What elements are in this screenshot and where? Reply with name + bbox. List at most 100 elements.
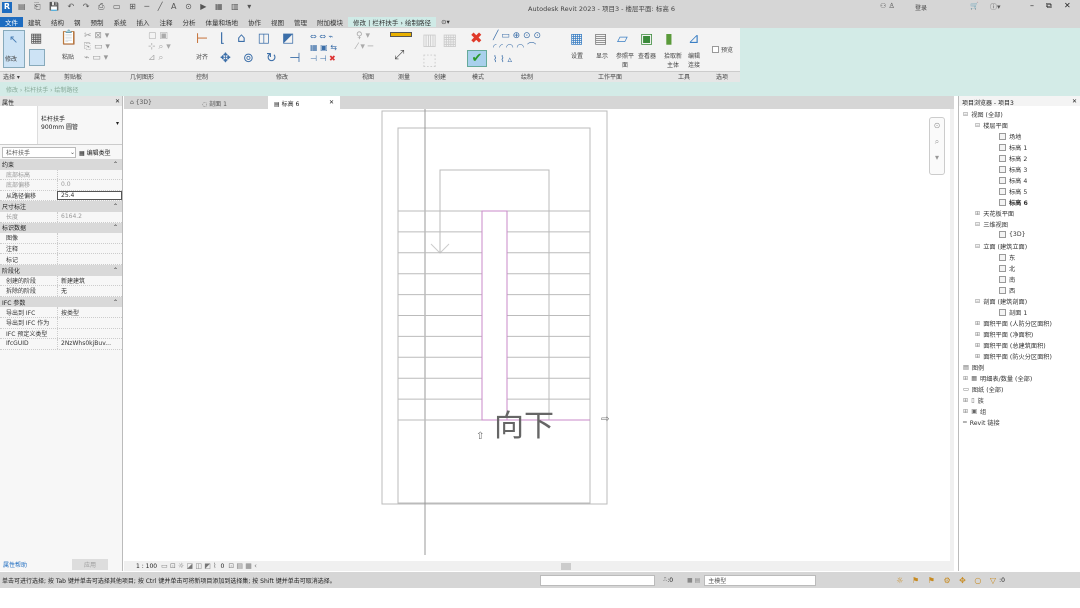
clipboard-tools[interactable]: ✂ ⊠ ▾ ⎘ ▭ ▾ ⌁ ▭ ▾ xyxy=(84,31,110,64)
quick-access-toolbar[interactable]: ▤ ⎗ 💾 ↶ ↷ ⎙ ▭ ⊞ ─ ╱ A ⊙ ▶ ▦ ▥ ▾ xyxy=(18,2,254,12)
view-control-icons-2[interactable]: ⊡ ▤ ▦ ‹ xyxy=(228,562,257,570)
menu-systems[interactable]: 系统 xyxy=(109,17,132,27)
browser-item[interactable]: 东 xyxy=(999,253,1015,262)
expand-toggle-icon[interactable]: ⊞ xyxy=(975,342,980,349)
viewer-icon[interactable]: ▣ xyxy=(640,31,653,47)
property-group-header[interactable]: 阶段化 ⌃ xyxy=(0,264,122,276)
dimension-icon[interactable]: ⤢ xyxy=(394,48,404,63)
expand-toggle-icon[interactable]: ⊟ xyxy=(975,122,980,129)
properties-icon[interactable] xyxy=(29,49,45,66)
horizontal-scrollbar[interactable] xyxy=(560,562,571,570)
view-control-icons[interactable]: ▭ ⊡ ☼ ◪ ◫ ◩ ⌇ xyxy=(161,562,216,570)
set-workplane-icon[interactable]: ▦ xyxy=(570,31,583,47)
modify-tools[interactable]: ⌊ ⌂ ◫ ◩ ✥ ⊚ ↻ ⊣ xyxy=(220,29,304,69)
menu-view[interactable]: 视图 xyxy=(266,17,289,27)
expand-toggle-icon[interactable]: ⊞ xyxy=(975,210,980,217)
view-tools[interactable]: ♀ ▾ ⁄ ▾ ─ xyxy=(356,31,373,53)
drawing-canvas[interactable]: 向下 ⇧ ⇨ ⊙ ⌕ ▾ xyxy=(124,109,954,561)
browser-item[interactable]: ⊞ 面积平面 (防火分区面积) xyxy=(975,352,1052,361)
finish-edit-icon[interactable]: ✔ xyxy=(467,50,487,67)
ref-plane-icon[interactable]: ▱ xyxy=(617,31,628,47)
browser-item[interactable]: 标高 2 xyxy=(999,154,1027,163)
menu-collaborate[interactable]: 协作 xyxy=(243,17,266,27)
browser-item[interactable]: ⊟ 三维视图 xyxy=(975,220,1008,229)
browser-item[interactable]: ⊞ 面积平面 (净面积) xyxy=(975,330,1033,339)
expand-toggle-icon[interactable]: ⊟ xyxy=(975,221,980,228)
property-value[interactable]: 0.0 xyxy=(57,180,122,190)
menu-more[interactable]: ⊙▾ xyxy=(436,18,455,26)
menu-insert[interactable]: 插入 xyxy=(132,17,155,27)
menu-massing[interactable]: 体量和场地 xyxy=(201,17,244,27)
type-properties-icon[interactable]: ▦ xyxy=(30,31,42,46)
property-value[interactable] xyxy=(57,233,122,243)
cancel-edit-icon[interactable]: ✖ xyxy=(470,29,483,47)
browser-item[interactable]: 北 xyxy=(999,264,1015,273)
menu-annotate[interactable]: 注释 xyxy=(155,17,178,27)
browser-item[interactable]: ⊞ 面积平面 (人防分区面积) xyxy=(975,319,1052,328)
menu-file[interactable]: 文件 xyxy=(0,16,23,27)
preview-checkbox[interactable] xyxy=(712,46,719,53)
account-icon[interactable]: ⚇ ♙ xyxy=(880,2,895,10)
browser-item[interactable]: ⊞ ▦ 明细表/数量 (全部) xyxy=(963,374,1032,383)
property-value[interactable]: 25.4 xyxy=(57,190,122,201)
selection-icons[interactable]: ☼ ⚑ ⚑ ⚙ ✥ ○ ▽ xyxy=(896,576,999,585)
draw-tools[interactable]: ╱ ▭ ⊕ ⊙ ⊙ ◜ ◜ ◠ ◠ ⌒ ⌇ ⌇ ▵ xyxy=(493,30,541,66)
restore-button[interactable]: ⧉ xyxy=(1046,1,1052,11)
menu-steel[interactable]: 钢 xyxy=(69,17,86,27)
browser-item[interactable]: 西 xyxy=(999,286,1015,295)
browser-item[interactable]: 标高 3 xyxy=(999,165,1027,174)
expand-toggle-icon[interactable]: ⊟ xyxy=(963,111,968,118)
property-value[interactable]: 2NzWhs0kjBuv... xyxy=(57,339,122,349)
property-value[interactable] xyxy=(57,254,122,264)
edit-type-button[interactable]: ▦ 编辑类型 xyxy=(79,148,111,157)
property-value[interactable] xyxy=(57,169,122,180)
browser-item[interactable]: 场地 xyxy=(999,132,1021,141)
expand-toggle-icon[interactable]: ⊞ xyxy=(975,353,980,360)
expand-toggle-icon[interactable]: ⊟ xyxy=(975,298,980,305)
browser-item[interactable]: {3D} xyxy=(999,231,1026,238)
geometry-tools[interactable]: ▢ ▣ ⊹ ⌕ ▾ ⊿ ⌕ xyxy=(148,31,171,64)
menu-precast[interactable]: 预制 xyxy=(86,17,109,27)
property-group-header[interactable]: 尺寸标注 ⌃ xyxy=(0,201,122,212)
flip-arrow-icon[interactable]: ⇧ xyxy=(476,431,484,442)
flip-arrow-icon[interactable]: ⇨ xyxy=(601,414,609,425)
edit-join-icon[interactable]: ⊿ xyxy=(688,31,700,47)
scale-selector[interactable]: 1 : 100 xyxy=(136,563,157,570)
browser-item[interactable]: ⊟ 剖面 (建筑剖面) xyxy=(975,297,1027,306)
navigation-bar[interactable]: ⊙ ⌕ ▾ xyxy=(929,117,945,175)
properties-close-button[interactable]: ✕ xyxy=(115,98,120,105)
vertical-scrollbar[interactable] xyxy=(950,109,954,561)
paste-icon[interactable]: 📋 xyxy=(60,30,77,46)
browser-item[interactable]: ▭ 图纸 (全部) xyxy=(963,385,1003,394)
browser-close-button[interactable]: ✕ xyxy=(1072,98,1077,105)
align-icon[interactable]: ⊢ xyxy=(196,31,208,47)
expand-toggle-icon[interactable]: ⊟ xyxy=(975,243,980,250)
browser-item[interactable]: 标高 4 xyxy=(999,176,1027,185)
browser-item[interactable]: ⊞ 天花板平面 xyxy=(975,209,1014,218)
expand-toggle-icon[interactable]: ⊞ xyxy=(975,320,980,327)
help-icon[interactable]: ⓘ▾ xyxy=(990,2,1001,12)
minimize-button[interactable]: – xyxy=(1030,1,1034,10)
create-tools[interactable]: ▥ ▦ ⬚ xyxy=(422,30,457,70)
expand-toggle-icon[interactable]: ⊞ xyxy=(963,408,968,415)
workset-dropdown[interactable] xyxy=(540,574,655,586)
property-group-header[interactable]: IFC 参数 ⌃ xyxy=(0,296,122,308)
property-group-header[interactable]: 标识数据 ⌃ xyxy=(0,222,122,234)
revit-logo-icon[interactable]: R xyxy=(2,2,12,13)
property-value[interactable] xyxy=(57,317,122,328)
sign-in-link[interactable]: 登录 xyxy=(915,3,927,12)
browser-item[interactable]: ⊞ ▣ 组 xyxy=(963,407,986,416)
browser-item[interactable]: 剖面 1 xyxy=(999,308,1027,317)
browser-item[interactable]: 南 xyxy=(999,275,1015,284)
tab-3d[interactable]: ⌂ {3D} xyxy=(124,96,196,109)
browser-item[interactable]: ⊟ 立面 (建筑立面) xyxy=(975,242,1027,251)
close-button[interactable]: ✕ xyxy=(1064,1,1071,10)
tab-section-1[interactable]: ◌ 剖面 1 xyxy=(196,96,268,109)
property-value[interactable]: 按类型 xyxy=(57,307,122,317)
expand-toggle-icon[interactable]: ⊞ xyxy=(975,331,980,338)
property-value[interactable] xyxy=(57,243,122,254)
apply-button[interactable]: 应用 xyxy=(71,558,108,570)
browser-item[interactable]: 标高 1 xyxy=(999,143,1027,152)
menu-addins[interactable]: 附加模块 xyxy=(312,17,348,27)
menu-manage[interactable]: 管理 xyxy=(289,17,312,27)
